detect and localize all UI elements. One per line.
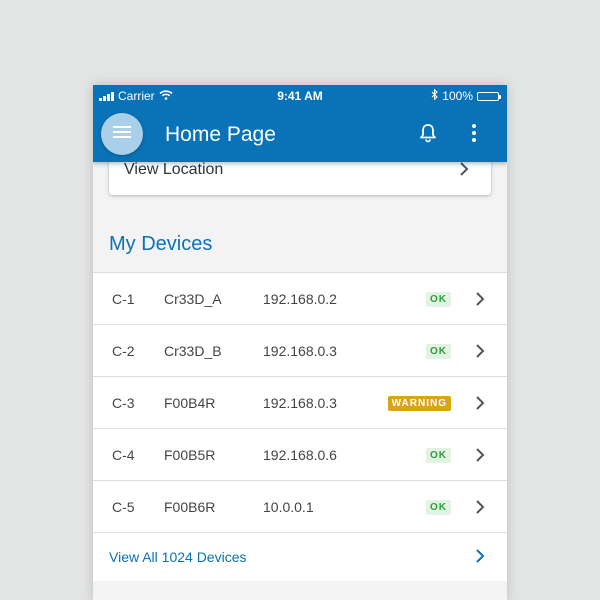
device-id: C-3 xyxy=(112,395,135,411)
device-ip: 192.168.0.3 xyxy=(263,343,337,359)
chevron-right-icon xyxy=(475,396,485,413)
menu-button[interactable] xyxy=(101,113,143,155)
device-list: C-1 Cr33D_A 192.168.0.2 OK C-2 Cr33D_B 1… xyxy=(93,272,507,581)
device-ip: 10.0.0.1 xyxy=(263,499,314,515)
status-badge: OK xyxy=(426,292,451,307)
page-title: Home Page xyxy=(165,123,276,146)
status-badge: OK xyxy=(426,344,451,359)
device-row[interactable]: C-4 F00B5R 192.168.0.6 OK xyxy=(93,429,507,481)
more-options-icon[interactable] xyxy=(471,123,477,148)
hamburger-icon xyxy=(113,125,131,144)
device-row[interactable]: C-2 Cr33D_B 192.168.0.3 OK xyxy=(93,325,507,377)
device-row[interactable]: C-3 F00B4R 192.168.0.3 WARNING xyxy=(93,377,507,429)
device-row[interactable]: C-1 Cr33D_A 192.168.0.2 OK xyxy=(93,273,507,325)
device-ip: 192.168.0.6 xyxy=(263,447,337,463)
device-name: F00B4R xyxy=(164,395,216,411)
device-row[interactable]: C-5 F00B6R 10.0.0.1 OK xyxy=(93,481,507,533)
chevron-right-icon xyxy=(459,162,469,181)
app-screen: View Location My Devices C-1 Cr33D_A 192… xyxy=(93,85,507,600)
status-badge: OK xyxy=(426,500,451,515)
device-id: C-2 xyxy=(112,343,135,359)
chevron-right-icon xyxy=(475,344,485,361)
chevron-right-icon xyxy=(475,549,485,568)
battery-icon xyxy=(477,91,501,101)
device-id: C-5 xyxy=(112,499,135,515)
chevron-right-icon xyxy=(475,448,485,465)
status-badge: WARNING xyxy=(387,396,451,411)
app-header: Carrier 9:41 AM 100% Home Page xyxy=(93,85,507,162)
status-bar: Carrier 9:41 AM 100% xyxy=(93,85,507,107)
status-badge: OK xyxy=(426,448,451,463)
view-all-devices-link[interactable]: View All 1024 Devices xyxy=(93,533,507,581)
device-name: F00B5R xyxy=(164,447,216,463)
view-location-label: View Location xyxy=(124,161,224,178)
device-name: Cr33D_A xyxy=(164,291,222,307)
section-title: My Devices xyxy=(109,233,213,255)
view-all-label: View All 1024 Devices xyxy=(109,549,247,565)
bluetooth-icon xyxy=(431,88,439,103)
device-name: F00B6R xyxy=(164,499,216,515)
notification-bell-icon[interactable] xyxy=(419,123,437,148)
device-id: C-4 xyxy=(112,447,135,463)
chevron-right-icon xyxy=(475,292,485,309)
device-name: Cr33D_B xyxy=(164,343,222,359)
device-ip: 192.168.0.3 xyxy=(263,395,337,411)
battery-percent: 100% xyxy=(442,89,473,103)
device-ip: 192.168.0.2 xyxy=(263,291,337,307)
chevron-right-icon xyxy=(475,500,485,517)
device-id: C-1 xyxy=(112,291,135,307)
